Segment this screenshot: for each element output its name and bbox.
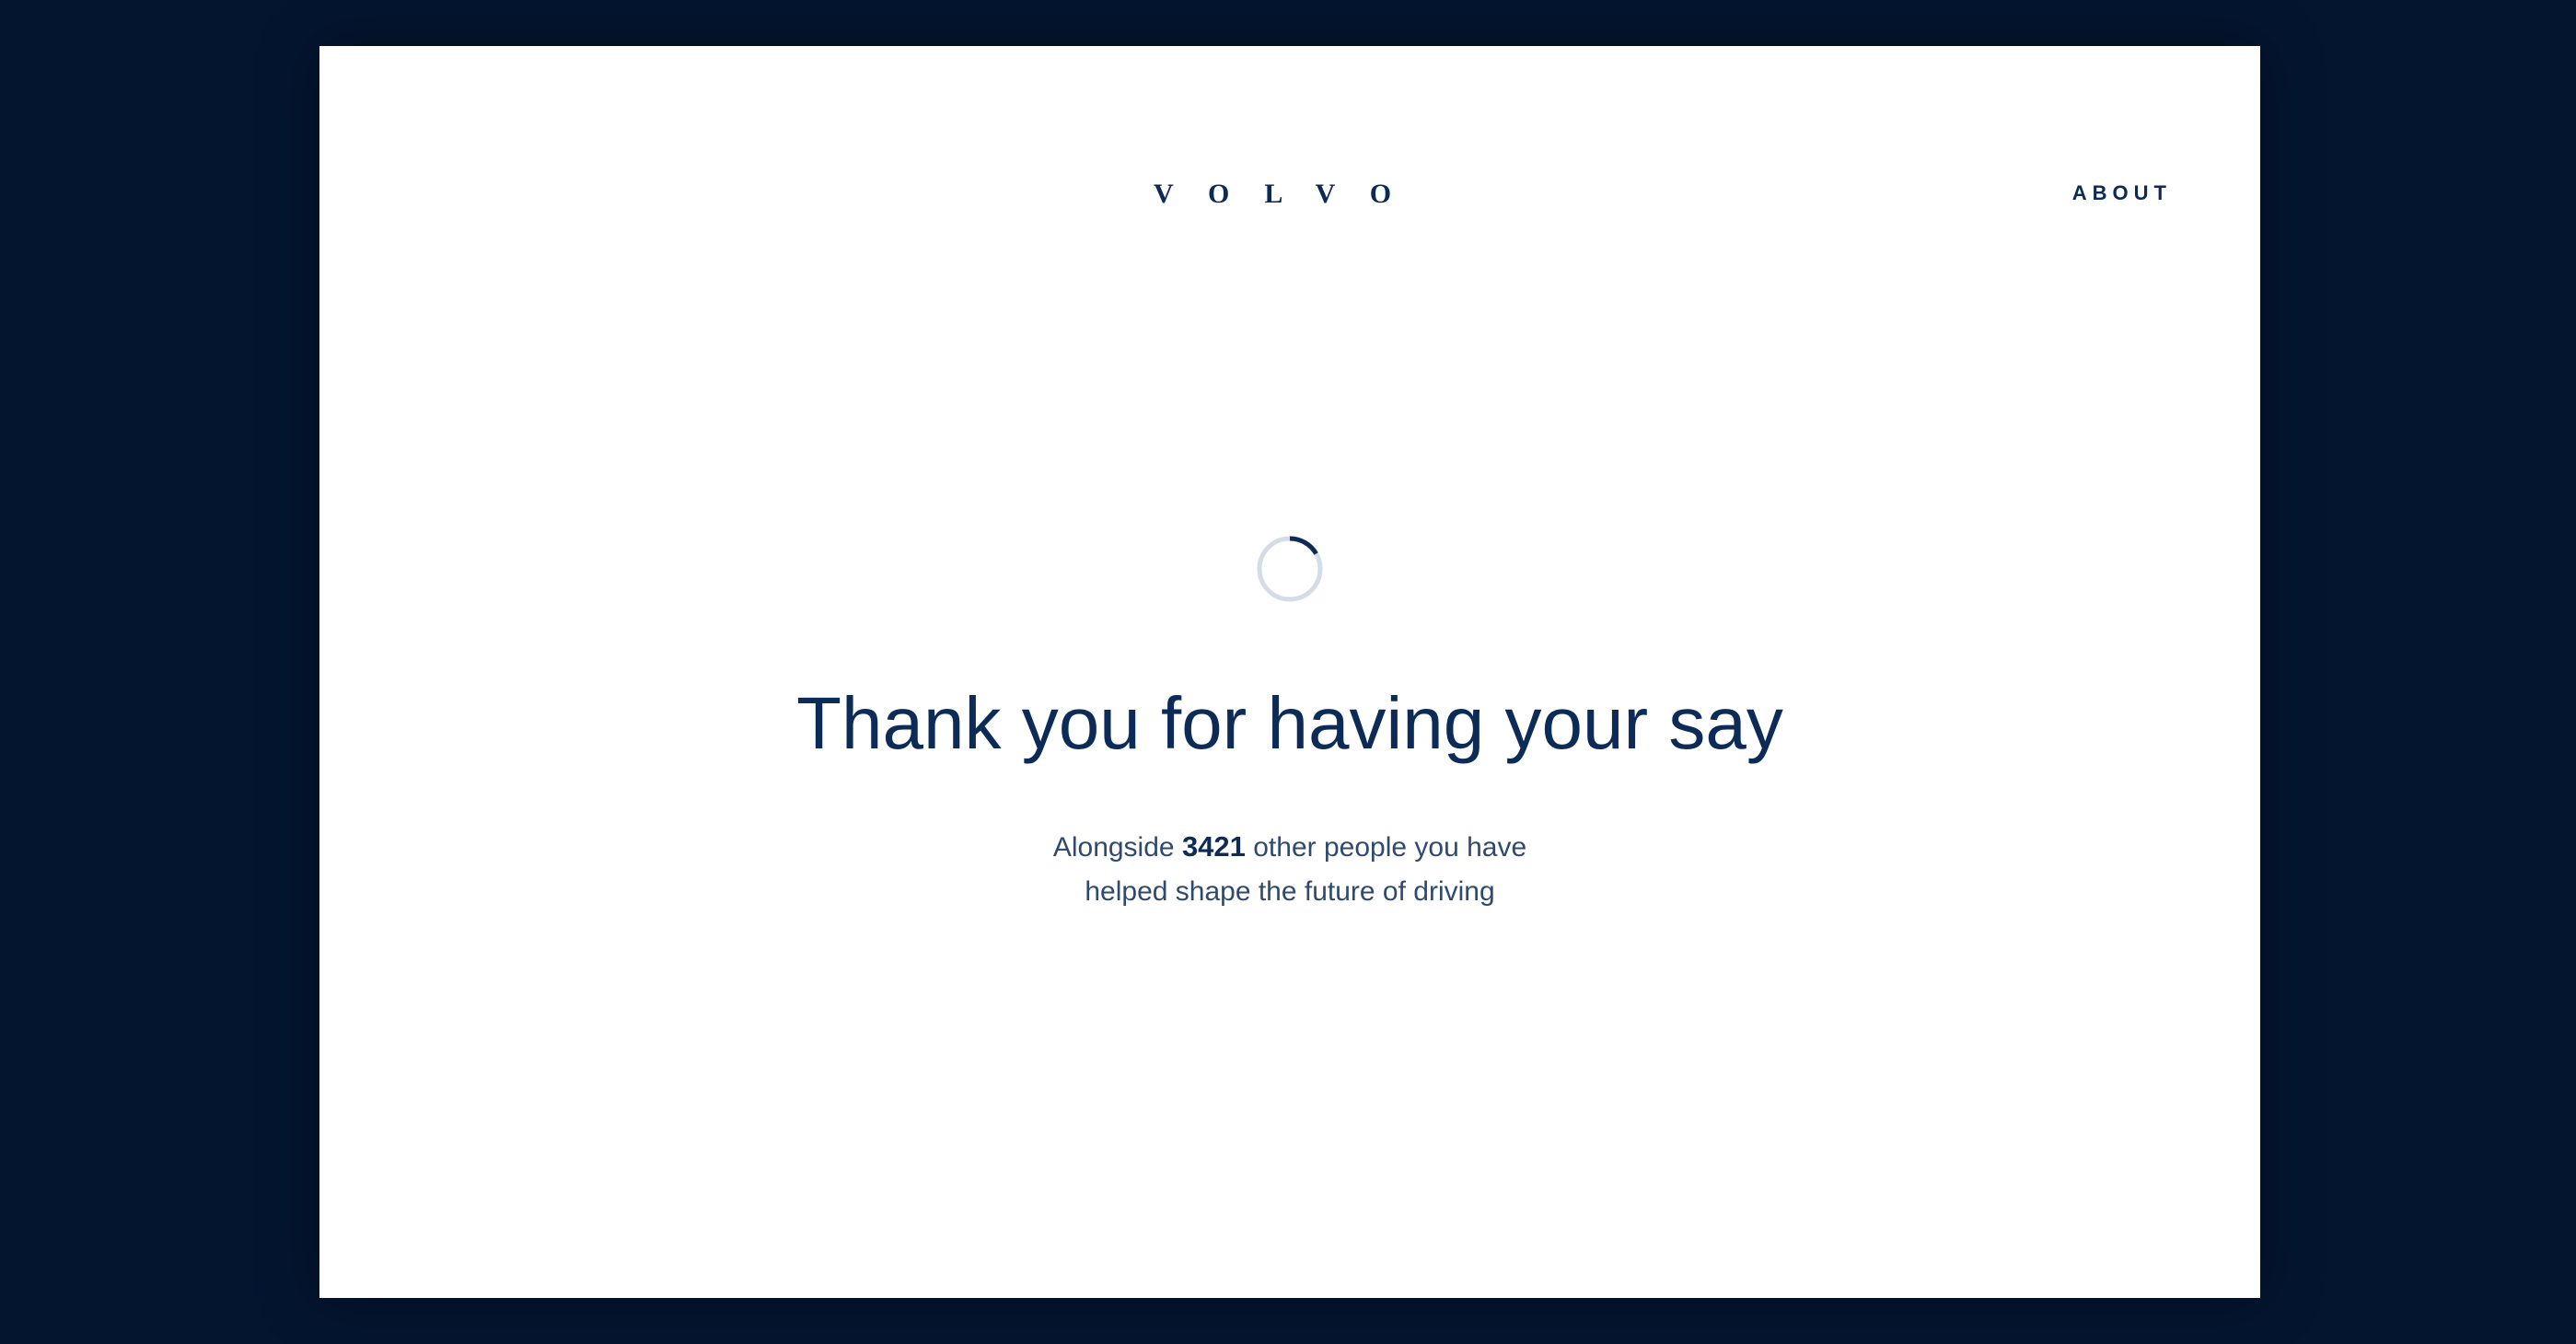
thank-you-message: Alongside 3421 other people you have hel… <box>319 825 2260 914</box>
volvo-logo[interactable]: VOLVO <box>1154 180 1426 208</box>
page-title: Thank you for having your say <box>796 682 1783 764</box>
message-line-1: Alongside 3421 other people you have <box>319 825 2260 870</box>
message-line-2: helped shape the future of driving <box>1085 876 1495 907</box>
content-card: VOLVO ABOUT Thank you for having your sa… <box>319 46 2260 1298</box>
message-suffix: other people you have <box>1253 832 1527 863</box>
participant-count: 3421 <box>1181 830 1246 863</box>
message-prefix: Alongside <box>1052 832 1175 863</box>
loading-spinner-icon <box>1257 536 1323 602</box>
about-link[interactable]: ABOUT <box>2072 182 2172 204</box>
